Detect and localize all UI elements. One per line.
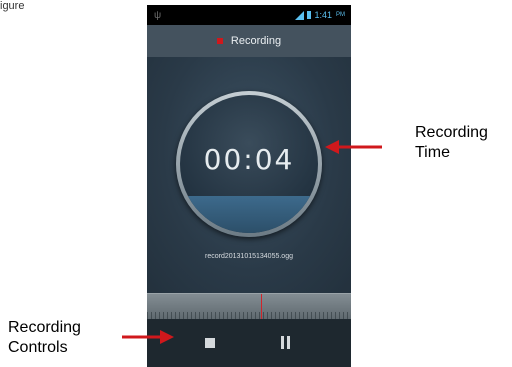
recording-filename: record20131015134055.ogg xyxy=(205,253,293,260)
recording-controls-bar xyxy=(147,319,351,367)
callout-recording-controls-line2: Controls xyxy=(8,339,68,356)
elapsed-time: 00:04 xyxy=(203,143,295,176)
stop-button[interactable] xyxy=(205,338,215,348)
callout-recording-time-line1: Recording xyxy=(415,124,488,141)
callout-recording-controls: Recording Controls xyxy=(8,318,81,358)
arrow-recording-controls xyxy=(122,330,174,344)
callout-recording-time: Recording Time xyxy=(415,123,488,163)
status-bar: ψ 1:41 PM xyxy=(147,5,351,25)
timeline-playhead[interactable] xyxy=(261,294,262,320)
timer-dial: 00:04 xyxy=(176,91,322,237)
pause-icon xyxy=(281,336,284,349)
recording-indicator-icon xyxy=(216,38,223,44)
recorder-panel: 00:04 record20131015134055.ogg xyxy=(147,57,351,293)
phone-screen: ψ 1:41 PM Recording 00:04 record20131015… xyxy=(147,5,351,367)
page-caption: igure xyxy=(0,0,25,12)
clock-ampm: PM xyxy=(336,12,345,18)
callout-recording-controls-line1: Recording xyxy=(8,319,81,336)
timer-dial-face: 00:04 xyxy=(180,95,318,233)
title-bar: Recording xyxy=(147,25,351,57)
pause-icon xyxy=(287,336,290,349)
signal-icon xyxy=(295,10,305,20)
battery-icon xyxy=(307,11,312,19)
clock-time: 1:41 xyxy=(314,10,332,20)
audio-level-meter xyxy=(180,196,318,233)
usb-icon: ψ xyxy=(154,9,162,21)
callout-recording-time-line2: Time xyxy=(415,144,450,161)
arrow-recording-time xyxy=(325,140,382,154)
recording-timeline[interactable] xyxy=(147,293,351,320)
status-right-group: 1:41 PM xyxy=(295,10,345,20)
title-label: Recording xyxy=(230,35,282,47)
pause-button[interactable] xyxy=(281,336,291,349)
